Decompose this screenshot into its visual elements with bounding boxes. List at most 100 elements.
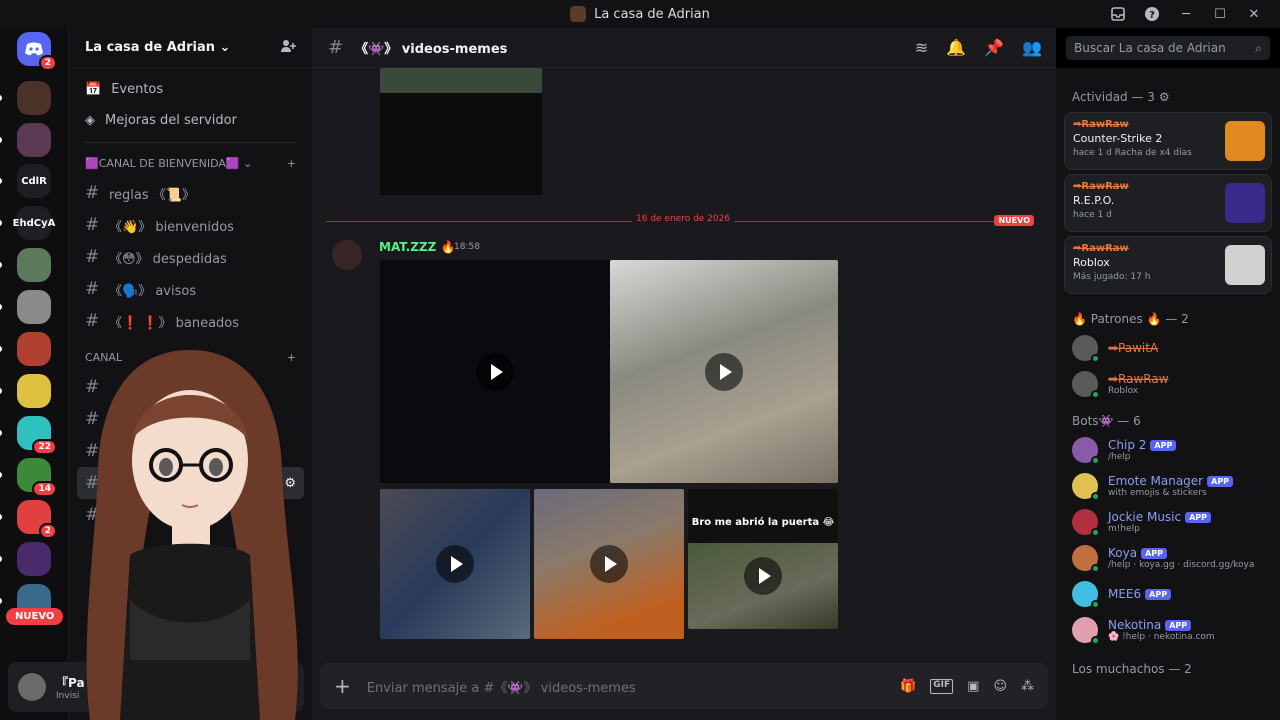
add-channel-icon[interactable]: + xyxy=(287,351,296,364)
activity-card[interactable]: ➡RawRaw Counter-Strike 2 hace 1 d Racha de… xyxy=(1064,112,1272,170)
channel-item[interactable]: # 《👋》 bienvenidos xyxy=(77,209,304,241)
bot-name: Chip 2 APP xyxy=(1108,438,1177,452)
unread-indicator xyxy=(0,514,2,520)
channel-label: 《🗣️》 avisos xyxy=(109,283,197,299)
avatar xyxy=(1072,335,1100,363)
activity-card[interactable]: ➡RawRaw R.E.P.O. hace 1 d xyxy=(1064,174,1272,232)
bot-row[interactable]: Nekotina APP 🌸 !help · nekotina.com xyxy=(1056,612,1280,648)
discord-home-icon[interactable]: 2 xyxy=(17,32,57,71)
pin-icon[interactable]: 📌 xyxy=(984,38,1004,57)
app-badge: APP xyxy=(1165,620,1192,631)
bell-icon[interactable]: 🔔 xyxy=(946,38,966,57)
unread-indicator xyxy=(0,304,2,310)
bot-row[interactable]: Chip 2 APP/help xyxy=(1056,432,1280,468)
play-icon[interactable] xyxy=(476,352,514,391)
video-attachment[interactable] xyxy=(610,260,838,483)
video-attachment[interactable] xyxy=(380,489,530,639)
activity-header: Actividad — 3 ⚙ xyxy=(1072,90,1170,104)
member-row[interactable]: ➡PawitA xyxy=(1056,330,1280,366)
add-channel-icon[interactable]: + xyxy=(287,157,296,170)
inbox-icon[interactable] xyxy=(1110,6,1126,22)
category-welcome[interactable]: 🟪CANAL DE BIENVENIDA🟪 ⌄ + xyxy=(69,149,312,177)
members-icon[interactable]: 👥 xyxy=(1022,38,1042,57)
title-bar: La casa de Adrian ? ─ ☐ ✕ xyxy=(0,0,1280,28)
server-icon[interactable] xyxy=(17,542,51,576)
previous-media-dark[interactable] xyxy=(380,93,542,195)
server-icon[interactable]: 14 xyxy=(17,458,57,497)
server-icon[interactable] xyxy=(17,290,51,324)
channel-item[interactable]: # xyxy=(77,499,304,531)
nav-events-label: Eventos xyxy=(111,82,164,97)
play-icon[interactable] xyxy=(744,556,782,595)
gif-icon[interactable]: GIF xyxy=(930,678,954,694)
user-name: 『Pa xyxy=(56,675,85,690)
invite-people-icon[interactable] xyxy=(280,38,296,58)
server-icon[interactable]: 2 xyxy=(17,500,57,539)
server-icon[interactable] xyxy=(17,81,51,115)
bot-row[interactable]: Jockie Music APP m!help xyxy=(1056,504,1280,540)
status-dot xyxy=(1091,528,1100,537)
gear-icon[interactable]: ⚙ xyxy=(1159,90,1170,104)
channel-item[interactable]: # xyxy=(77,403,304,435)
server-icon[interactable] xyxy=(17,123,51,157)
video-attachment[interactable] xyxy=(380,260,610,483)
channel-item[interactable]: # 《🗣️》 avisos xyxy=(77,273,304,305)
mention-badge: 14 xyxy=(32,481,57,497)
play-icon[interactable] xyxy=(436,545,474,583)
avatar xyxy=(1072,473,1100,501)
bot-row[interactable]: Emote Manager APP with emojis & stickers xyxy=(1056,468,1280,504)
message-author[interactable]: MAT.ZZZ 🔥 xyxy=(379,240,455,254)
avatar[interactable] xyxy=(18,673,46,701)
threads-icon[interactable]: ≋ xyxy=(915,38,928,57)
channel-item[interactable]: # 《😳》 despedidas xyxy=(77,241,304,273)
unread-indicator xyxy=(0,178,2,184)
game-icon xyxy=(1225,183,1265,223)
play-icon[interactable] xyxy=(590,545,628,583)
game-icon xyxy=(1225,245,1265,285)
channel-item[interactable]: # 《❗ ❗》 baneados xyxy=(77,305,304,337)
video-attachment[interactable]: Bro me abrió la puerta 😂 xyxy=(688,489,838,629)
close-icon[interactable]: ✕ xyxy=(1246,6,1262,22)
server-icon[interactable]: 22 xyxy=(17,416,57,455)
gift-icon[interactable]: 🎁 xyxy=(900,679,916,694)
channel-item[interactable]: # reglas 《📜》 xyxy=(77,177,304,209)
bot-row[interactable]: MEE6 APP xyxy=(1056,576,1280,612)
server-icon[interactable]: EhdCyA xyxy=(13,206,55,240)
message-composer[interactable]: + Enviar mensaje a #《👾》 videos-memes 🎁 G… xyxy=(320,663,1048,709)
play-icon[interactable] xyxy=(705,352,743,391)
nav-boosts[interactable]: ◈ Mejoras del servidor xyxy=(69,105,312,136)
sticker-icon[interactable]: ▣ xyxy=(967,679,979,694)
category-second[interactable]: CANAL + xyxy=(69,343,312,371)
server-header[interactable]: La casa de Adrian ⌄ xyxy=(69,28,312,68)
server-icon[interactable]: CdlR xyxy=(17,164,51,198)
previous-media[interactable] xyxy=(380,68,542,93)
gear-icon[interactable]: ⚙ xyxy=(284,476,296,491)
emoji-icon[interactable]: ☺ xyxy=(993,679,1007,694)
server-icon[interactable] xyxy=(17,332,51,366)
member-status: Roblox xyxy=(1108,386,1139,396)
nav-events[interactable]: 📅 Eventos xyxy=(69,74,312,105)
maximize-icon[interactable]: ☐ xyxy=(1212,6,1228,22)
server-label: CdlR xyxy=(21,175,47,187)
composer-placeholder[interactable]: Enviar mensaje a #《👾》 videos-memes xyxy=(367,677,636,696)
video-attachment[interactable] xyxy=(534,489,684,639)
minimize-icon[interactable]: ─ xyxy=(1178,6,1194,22)
bot-status: with emojis & stickers xyxy=(1108,488,1207,498)
server-icon[interactable] xyxy=(17,248,51,282)
status-dot xyxy=(1091,456,1100,465)
channel-item-active[interactable]: # ⚙ xyxy=(77,467,304,499)
help-icon[interactable]: ? xyxy=(1144,6,1160,22)
channel-item[interactable]: # xyxy=(77,435,304,467)
add-attachment-icon[interactable]: + xyxy=(334,674,351,698)
member-row[interactable]: ➡RawRaw Roblox xyxy=(1056,366,1280,402)
search-input[interactable]: Buscar La casa de Adrian ⌕ xyxy=(1066,36,1270,60)
channel-item[interactable]: # xyxy=(77,371,304,403)
new-servers-pill[interactable]: NUEVO xyxy=(6,608,64,625)
user-panel: 『Pa Invisi xyxy=(8,662,304,712)
bot-row[interactable]: Koya APP/help · koya.gg · discord.gg/koya xyxy=(1056,540,1280,576)
server-icon[interactable] xyxy=(17,374,51,408)
unread-indicator xyxy=(0,598,2,604)
activity-card[interactable]: ➡RawRaw Roblox Más jugado: 17 h xyxy=(1064,236,1272,294)
message-avatar[interactable] xyxy=(332,240,362,270)
apps-icon[interactable]: ⁂ xyxy=(1021,679,1034,694)
